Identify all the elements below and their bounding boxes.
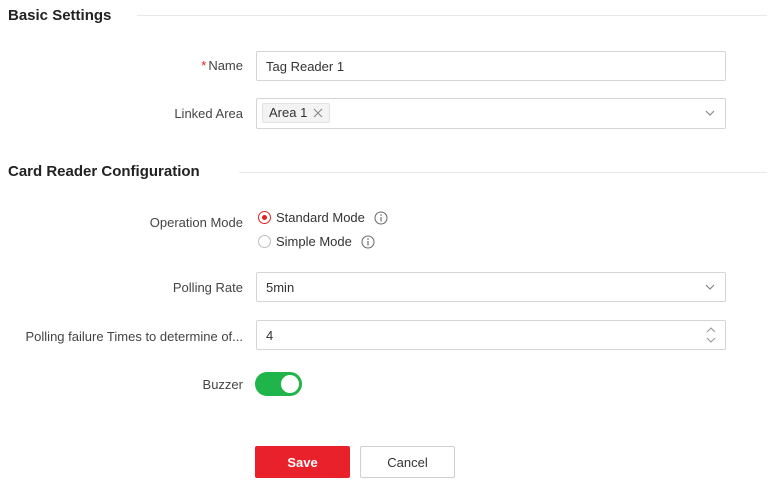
radio-button-checked[interactable]	[258, 211, 271, 224]
operation-mode-label: Operation Mode	[149, 215, 243, 230]
stepper-arrows-icon[interactable]	[705, 325, 717, 345]
polling-failure-label: Polling failure Times to determine of...	[25, 329, 244, 344]
section-divider	[137, 15, 767, 16]
name-input[interactable]: Tag Reader 1	[256, 51, 726, 81]
polling-rate-select[interactable]: 5min	[256, 272, 726, 302]
area-tag: Area 1	[262, 103, 331, 123]
name-label-text: Name	[208, 58, 243, 73]
remove-tag-icon[interactable]	[313, 108, 323, 118]
chevron-down-icon[interactable]	[704, 107, 716, 119]
radio-label: Standard Mode	[276, 210, 365, 225]
radio-button[interactable]	[258, 235, 271, 248]
cancel-button[interactable]: Cancel	[360, 446, 455, 478]
radio-simple-mode[interactable]: Simple Mode	[258, 234, 375, 249]
section-divider	[239, 172, 767, 173]
toggle-knob	[281, 375, 299, 393]
chevron-down-icon[interactable]	[704, 281, 716, 293]
area-tag-label: Area 1	[269, 105, 308, 120]
section-title-card-reader-configuration: Card Reader Configuration	[8, 163, 200, 180]
polling-rate-label: Polling Rate	[172, 280, 243, 295]
save-button[interactable]: Save	[255, 446, 350, 478]
buzzer-label: Buzzer	[202, 377, 243, 392]
polling-failure-stepper[interactable]: 4	[256, 320, 726, 350]
polling-rate-value: 5min	[266, 280, 295, 295]
polling-failure-value: 4	[266, 328, 274, 343]
linked-area-select[interactable]: Area 1	[256, 98, 726, 129]
name-label: * Name	[201, 58, 243, 73]
required-mark: *	[201, 58, 207, 73]
name-input-value: Tag Reader 1	[266, 59, 345, 74]
linked-area-label: Linked Area	[174, 106, 243, 121]
radio-standard-mode[interactable]: Standard Mode	[258, 210, 388, 225]
buzzer-toggle[interactable]	[255, 372, 302, 396]
radio-label: Simple Mode	[276, 234, 352, 249]
info-icon[interactable]	[361, 235, 375, 249]
section-title-basic-settings: Basic Settings	[8, 7, 112, 24]
info-icon[interactable]	[374, 211, 388, 225]
